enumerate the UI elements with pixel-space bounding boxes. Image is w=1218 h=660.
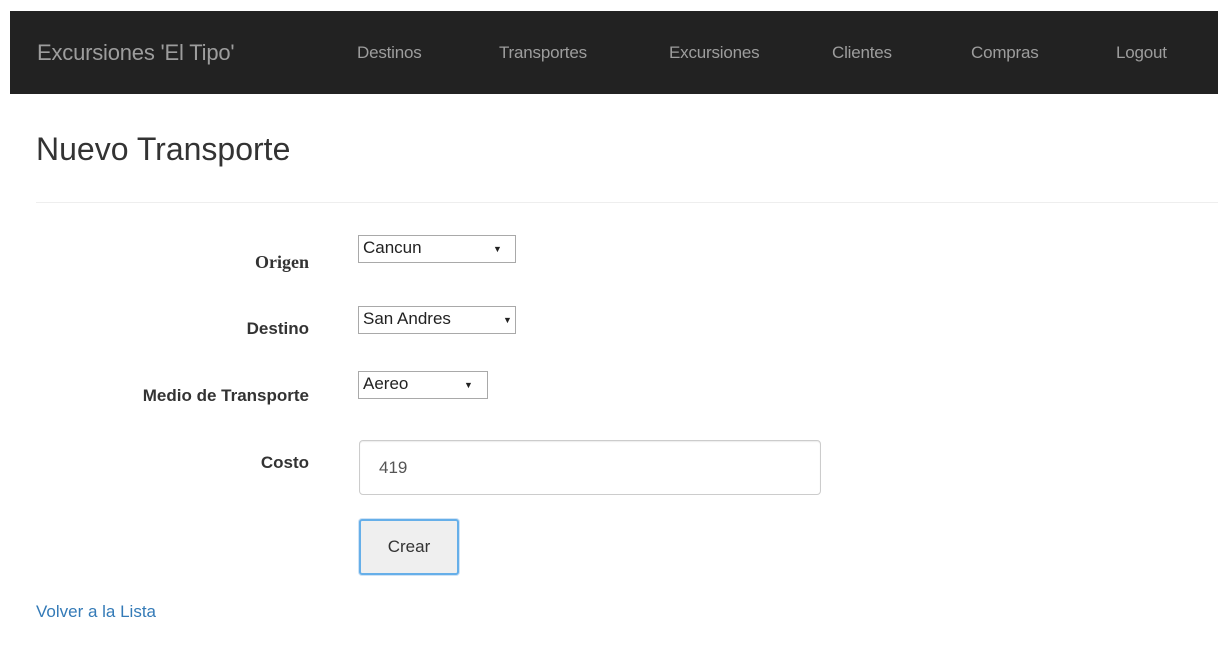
origen-select[interactable]: Cancun ▼ <box>358 235 516 263</box>
nav-link-compras[interactable]: Compras <box>971 43 1039 63</box>
brand-link[interactable]: Excursiones 'El Tipo' <box>37 40 235 66</box>
medio-selected-value: Aereo <box>363 374 409 393</box>
dropdown-arrow-icon: ▼ <box>464 380 473 390</box>
origen-label: Origen <box>255 252 309 272</box>
page: Excursiones 'El Tipo' Destinos Transport… <box>0 0 1218 660</box>
back-to-list-link[interactable]: Volver a la Lista <box>36 602 156 622</box>
dropdown-arrow-icon: ▼ <box>503 315 512 325</box>
top-navbar: Excursiones 'El Tipo' Destinos Transport… <box>10 11 1218 94</box>
costo-input[interactable] <box>359 440 821 495</box>
dropdown-arrow-icon: ▼ <box>493 244 502 254</box>
title-divider <box>36 202 1218 203</box>
crear-button[interactable]: Crear <box>359 519 459 575</box>
nav-link-destinos[interactable]: Destinos <box>357 43 422 63</box>
costo-label: Costo <box>260 453 309 472</box>
origen-selected-value: Cancun <box>363 238 422 257</box>
medio-transporte-select[interactable]: Aereo ▼ <box>358 371 488 399</box>
nav-link-logout[interactable]: Logout <box>1116 43 1167 63</box>
nav-link-clientes[interactable]: Clientes <box>832 43 892 63</box>
destino-select[interactable]: San Andres ▼ <box>358 306 516 334</box>
destino-selected-value: San Andres <box>363 309 451 328</box>
medio-transporte-label: Medio de Transporte <box>142 386 309 405</box>
nav-link-excursiones[interactable]: Excursiones <box>669 43 760 63</box>
nav-link-transportes[interactable]: Transportes <box>499 43 587 63</box>
destino-label: Destino <box>246 319 309 338</box>
page-title: Nuevo Transporte <box>36 131 291 167</box>
